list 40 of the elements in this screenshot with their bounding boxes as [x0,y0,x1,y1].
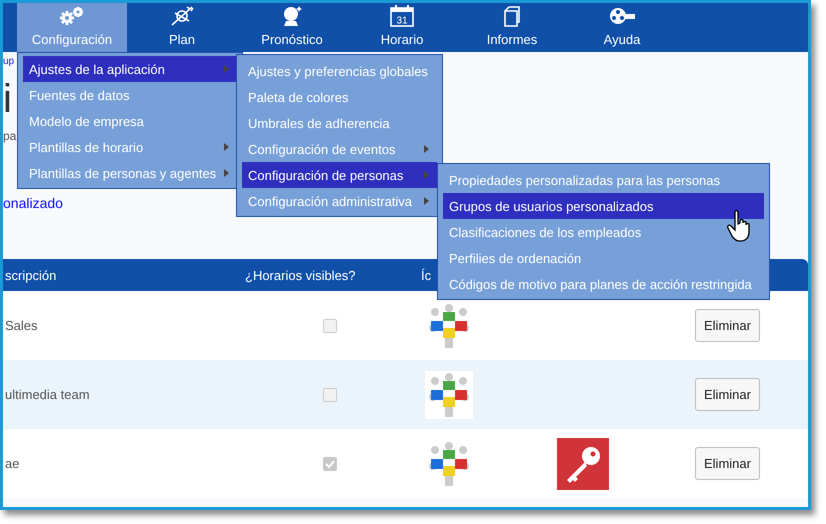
menu-item[interactable]: Modelo de empresa [23,108,237,134]
delete-button[interactable]: Eliminar [695,309,760,342]
table-cell-text: Sales [4,318,39,333]
nav-tab[interactable]: 31 Horario [347,3,457,52]
column-header: ¿Horarios visibles? [245,268,357,282]
page-description: pa [3,129,16,143]
nav-tab[interactable]: Informes [457,3,567,52]
checkbox[interactable] [323,318,337,332]
menu-item[interactable]: Clasificaciones de los empleados [443,219,764,245]
checkbox[interactable] [323,456,337,470]
checkbox[interactable] [323,388,337,402]
menu-item[interactable]: Fuentes de datos [23,82,237,108]
nav-tab[interactable]: Ayuda [567,3,677,52]
menu-item[interactable]: Configuración de personas [242,162,437,188]
menu-item[interactable]: Ajustes de la aplicación [23,56,237,82]
table-cell-text: ultimedia team [4,387,91,402]
breadcrumb-link[interactable]: up [3,56,14,69]
menu-item[interactable]: Paleta de colores [242,84,437,110]
menu-item[interactable]: Configuración de eventos [242,136,437,162]
table-cell-text: ae [4,456,20,471]
column-header: Íc [420,268,432,282]
menu-item[interactable]: Plantillas de personas y agentes [23,160,237,186]
nav-tab[interactable]: Plan [127,3,237,52]
menu-item[interactable]: Configuración administrativa [242,188,437,214]
menu-item[interactable]: Ajustes y preferencias globales [242,58,437,84]
delete-button[interactable]: Eliminar [695,378,760,411]
menu-item[interactable]: Grupos de usuarios personalizados [443,193,764,219]
nav-tab[interactable]: Configuración [17,3,127,52]
add-group-link[interactable]: onalizado [3,195,63,211]
people-puzzle-drawing [425,370,473,418]
menu-item[interactable]: Plantillas de horario [23,134,237,160]
calendar-icon: 31 [387,5,417,27]
menu-item[interactable]: Códigos de motivo para planes de acción restringida [443,271,764,297]
delete-button[interactable]: Eliminar [695,447,760,480]
nav-tab[interactable]: Pronóstico [237,3,347,52]
menu-item[interactable]: Perfilies de ordenación [443,245,764,271]
page-heading: i [3,77,12,121]
column-header: scripción [4,268,58,282]
menu-item[interactable]: Propiedades personalizadas para las personas [443,167,764,193]
menu-item[interactable]: Umbrales de adherencia [242,110,437,136]
